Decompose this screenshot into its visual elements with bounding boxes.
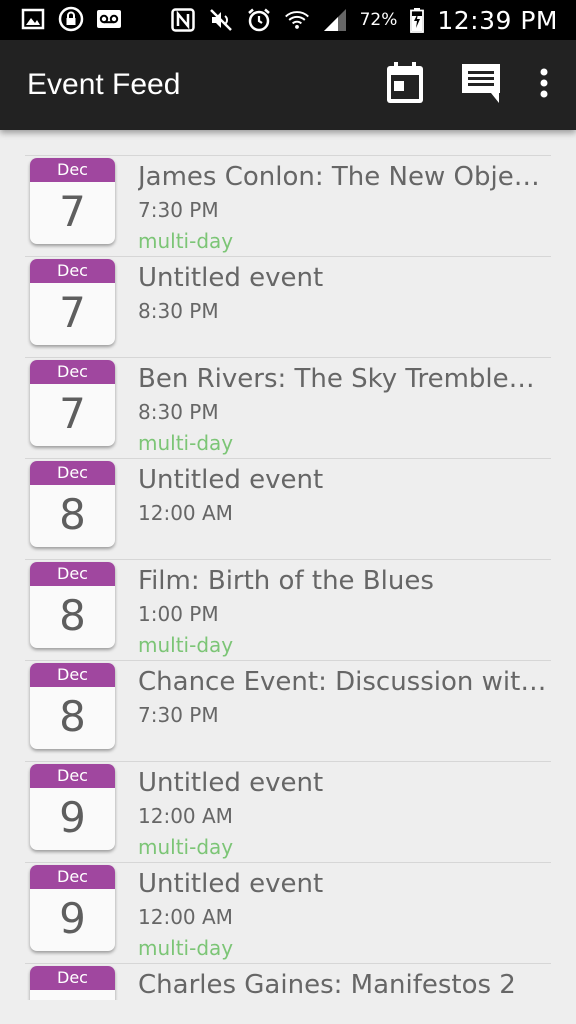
event-time: 8:30 PM <box>138 299 219 323</box>
event-time: 7:30 PM <box>138 198 219 222</box>
date-day: 7 <box>59 187 86 236</box>
list-item[interactable]: Dec 8 Chance Event: Discussion wit… 7:30… <box>25 660 551 761</box>
event-tag: multi-day <box>138 431 234 455</box>
wifi-icon <box>284 7 310 33</box>
event-title: Untitled event <box>138 263 324 293</box>
event-time: 12:00 AM <box>138 804 233 828</box>
signal-icon <box>322 7 348 33</box>
date-day: 9 <box>59 793 86 842</box>
list-item[interactable]: Dec 7 Ben Rivers: The Sky Trembles… 8:30… <box>25 357 551 458</box>
event-tag: multi-day <box>138 229 234 253</box>
date-badge: Dec 7 <box>30 158 115 244</box>
date-badge: Dec <box>30 966 115 1000</box>
list-item[interactable]: Dec 8 Film: Birth of the Blues 1:00 PM m… <box>25 559 551 660</box>
clock: 12:39 PM <box>437 5 558 35</box>
date-badge: Dec 8 <box>30 562 115 648</box>
event-title: James Conlon: The New Objec… <box>138 162 548 192</box>
list-item[interactable]: Dec 7 James Conlon: The New Objec… 7:30 … <box>25 155 551 256</box>
event-title: Charles Gaines: Manifestos 2 <box>138 970 516 1000</box>
date-day: 8 <box>59 591 86 640</box>
date-day: 8 <box>59 490 86 539</box>
date-badge: Dec 9 <box>30 764 115 850</box>
calendar-icon <box>385 61 425 109</box>
overflow-menu-button[interactable] <box>532 60 556 110</box>
battery-percent: 72% <box>359 10 398 30</box>
date-day: 7 <box>59 288 86 337</box>
event-tag: multi-day <box>138 633 234 657</box>
date-badge: Dec 8 <box>30 663 115 749</box>
messages-button[interactable] <box>456 60 506 110</box>
message-icon <box>459 61 503 109</box>
event-tag: multi-day <box>138 835 234 859</box>
date-day: 7 <box>59 389 86 438</box>
event-time: 1:00 PM <box>138 602 219 626</box>
date-day: 8 <box>59 692 86 741</box>
event-title: Untitled event <box>138 869 324 899</box>
date-badge: Dec 9 <box>30 865 115 951</box>
battery-icon <box>409 7 425 33</box>
list-item[interactable]: Dec 7 Untitled event 8:30 PM <box>25 256 551 357</box>
event-title: Untitled event <box>138 465 324 495</box>
list-item[interactable]: Dec 9 Untitled event 12:00 AM multi-day <box>25 862 551 963</box>
status-bar: 72% 12:39 PM <box>0 0 576 40</box>
list-item[interactable]: Dec 8 Untitled event 12:00 AM <box>25 458 551 559</box>
date-month: Dec <box>30 865 115 889</box>
event-time: 12:00 AM <box>138 501 233 525</box>
event-title: Film: Birth of the Blues <box>138 566 434 596</box>
date-month: Dec <box>30 562 115 586</box>
date-badge: Dec 8 <box>30 461 115 547</box>
date-month: Dec <box>30 966 115 990</box>
overflow-menu-icon <box>539 67 549 103</box>
event-title: Chance Event: Discussion wit… <box>138 667 547 697</box>
list-item[interactable]: Dec 9 Untitled event 12:00 AM multi-day <box>25 761 551 862</box>
date-month: Dec <box>30 764 115 788</box>
page-title: Event Feed <box>27 68 181 101</box>
date-month: Dec <box>30 158 115 182</box>
date-day: 9 <box>59 894 86 943</box>
date-month: Dec <box>30 360 115 384</box>
date-month: Dec <box>30 461 115 485</box>
date-month: Dec <box>30 259 115 283</box>
date-badge: Dec 7 <box>30 360 115 446</box>
nfc-icon <box>170 7 196 33</box>
event-tag: multi-day <box>138 936 234 960</box>
app-bar: Event Feed <box>0 40 576 130</box>
voicemail-icon <box>96 6 122 32</box>
list-item[interactable]: Dec Charles Gaines: Manifestos 2 <box>25 963 551 1000</box>
event-time: 12:00 AM <box>138 905 233 929</box>
alarm-icon <box>246 7 272 33</box>
image-icon <box>20 6 46 32</box>
event-title: Untitled event <box>138 768 324 798</box>
event-title: Ben Rivers: The Sky Trembles… <box>138 364 548 394</box>
event-time: 7:30 PM <box>138 703 219 727</box>
date-month: Dec <box>30 663 115 687</box>
mute-icon <box>208 7 234 33</box>
calendar-button[interactable] <box>380 60 430 110</box>
date-badge: Dec 7 <box>30 259 115 345</box>
event-time: 8:30 PM <box>138 400 219 424</box>
event-feed-list[interactable]: Dec 7 James Conlon: The New Objec… 7:30 … <box>25 155 551 1000</box>
lock-icon <box>58 6 84 32</box>
